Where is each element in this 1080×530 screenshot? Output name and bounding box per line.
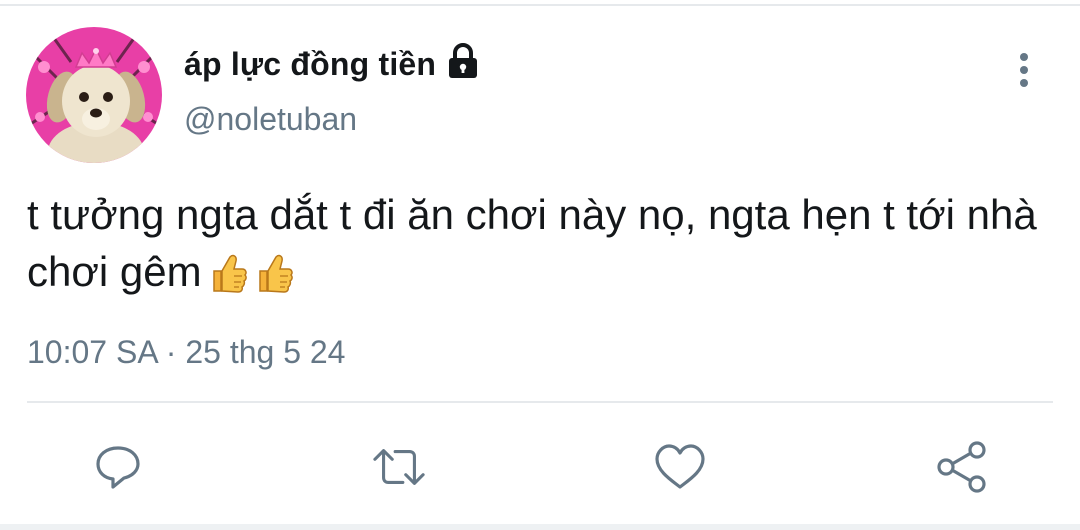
tweet-body: t tưởng ngta dắt t đi ăn chơi này nọ, ng… xyxy=(27,191,1037,295)
bottom-separator xyxy=(0,524,1080,530)
handle[interactable]: @noletuban xyxy=(184,101,357,138)
avatar[interactable] xyxy=(26,27,162,163)
reply-button[interactable] xyxy=(91,440,145,494)
timestamp-row: 10:07 SA · 25 thg 5 24 xyxy=(27,334,345,371)
top-divider xyxy=(0,4,1080,6)
tweet-date[interactable]: 25 thg 5 24 xyxy=(185,334,345,370)
timestamp-separator: · xyxy=(165,334,177,370)
share-button[interactable] xyxy=(935,440,989,494)
tweet-card: áp lực đồng tiền @noletuban t tưởng ngta… xyxy=(0,0,1080,530)
more-options-icon[interactable] xyxy=(1010,52,1038,90)
lock-icon xyxy=(446,43,480,79)
tweet-time[interactable]: 10:07 SA xyxy=(27,334,157,370)
heart-icon xyxy=(655,444,705,489)
thumbs-up-emoji xyxy=(208,251,248,295)
share-icon xyxy=(937,441,986,493)
thumbs-up-emoji xyxy=(254,251,294,295)
dog-avatar-image xyxy=(26,27,162,163)
display-name[interactable]: áp lực đồng tiền xyxy=(184,46,436,83)
reply-icon xyxy=(96,446,140,489)
like-button[interactable] xyxy=(653,440,707,494)
actions-divider xyxy=(27,401,1053,403)
tweet-text: t tưởng ngta dắt t đi ăn chơi này nọ, ng… xyxy=(27,186,1067,300)
display-name-row: áp lực đồng tiền xyxy=(184,42,480,86)
retweet-icon xyxy=(373,449,425,485)
retweet-button[interactable] xyxy=(372,440,426,494)
